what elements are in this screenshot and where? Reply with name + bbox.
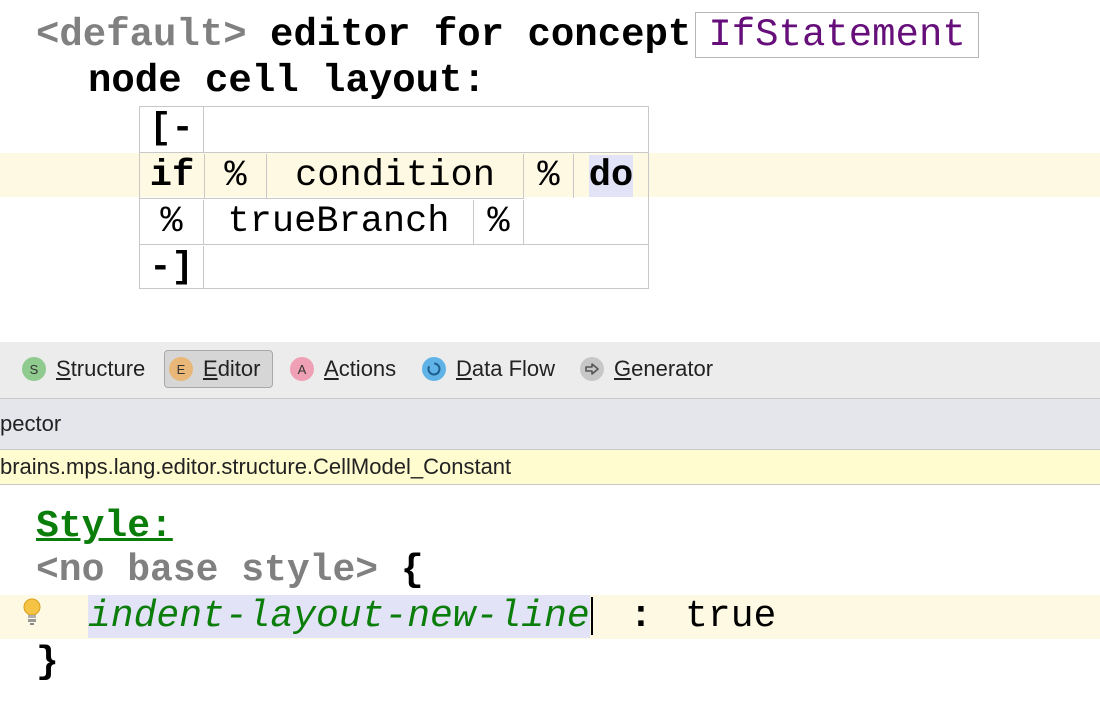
style-property-line: indent-layout-new-line : true (88, 595, 776, 639)
inspector-node-path: brains.mps.lang.editor.structure.CellMod… (0, 450, 1100, 485)
cell-percent[interactable]: % (524, 154, 574, 198)
concept-name-field[interactable]: IfStatement (695, 12, 979, 58)
tab-label: tructure (70, 356, 146, 381)
cell-do-keyword[interactable]: do (574, 154, 648, 198)
cell-true-branch[interactable]: trueBranch (204, 200, 474, 244)
cell-percent[interactable]: % (474, 200, 524, 244)
aspect-tab-bar: S Structure E Editor A Actions Data Flow… (0, 342, 1100, 399)
tab-mnemonic: S (56, 356, 71, 381)
generator-aspect-icon (580, 357, 604, 381)
actions-aspect-icon: A (290, 357, 314, 381)
style-property-name[interactable]: indent-layout-new-line (88, 595, 590, 638)
tab-structure[interactable]: S Structure (18, 350, 149, 388)
tab-data-flow[interactable]: Data Flow (418, 350, 559, 388)
cell-if-keyword[interactable]: if (140, 154, 205, 198)
base-style-line: <no base style> { (36, 549, 424, 593)
row-divider (140, 152, 648, 153)
cell-percent[interactable]: % (205, 154, 267, 198)
tab-mnemonic: D (456, 356, 472, 381)
inspector-header: pector (0, 399, 1100, 450)
editor-header-line: <default> editor for concept IfStatement (36, 12, 979, 58)
property-separator: : (629, 595, 653, 638)
base-style-label[interactable]: <no base style> (36, 549, 378, 592)
tab-actions[interactable]: A Actions (286, 350, 400, 388)
node-cell-layout-label: node cell layout: (88, 59, 486, 103)
tab-mnemonic: E (203, 356, 218, 381)
tab-mnemonic: G (614, 356, 632, 381)
text-caret (590, 596, 593, 635)
tab-label: enerator (631, 356, 714, 381)
cell-percent[interactable]: % (140, 200, 204, 244)
cell-open-bracket[interactable]: [- (140, 107, 204, 153)
inspector-editor[interactable]: Style: <no base style> { indent-layout-n… (0, 485, 1100, 718)
tab-mnemonic: A (324, 356, 339, 381)
close-brace: } (36, 641, 59, 684)
row-divider (140, 198, 524, 199)
data-flow-aspect-icon (422, 357, 446, 381)
open-brace: { (400, 549, 424, 592)
structure-aspect-icon: S (22, 357, 46, 381)
cell-layout-grid: [- if % condition % do % trueBranch % -] (139, 106, 649, 289)
structure-editor[interactable]: <default> editor for concept IfStatement … (0, 0, 1100, 342)
style-section-title: Style: (36, 505, 173, 548)
cell-condition[interactable]: condition (267, 154, 524, 198)
inspector-path-text: brains.mps.lang.editor.structure.CellMod… (0, 454, 512, 479)
inspector-title: pector (0, 411, 62, 436)
editor-aspect-icon: E (169, 357, 193, 381)
cell-close-bracket[interactable]: -] (140, 246, 204, 289)
tab-editor[interactable]: E Editor (164, 350, 273, 388)
tab-generator[interactable]: Generator (576, 350, 717, 388)
tab-label: ata Flow (471, 356, 556, 381)
tab-label: ctions (338, 356, 397, 381)
style-property-value[interactable]: true (685, 595, 776, 638)
default-label: <default> (36, 13, 247, 57)
row-divider (140, 244, 648, 245)
lightbulb-intention-icon[interactable] (22, 597, 42, 627)
tab-label: ditor (217, 356, 261, 381)
editor-for-concept-label: editor for concept (270, 13, 692, 57)
do-keyword-selected: do (588, 155, 634, 197)
